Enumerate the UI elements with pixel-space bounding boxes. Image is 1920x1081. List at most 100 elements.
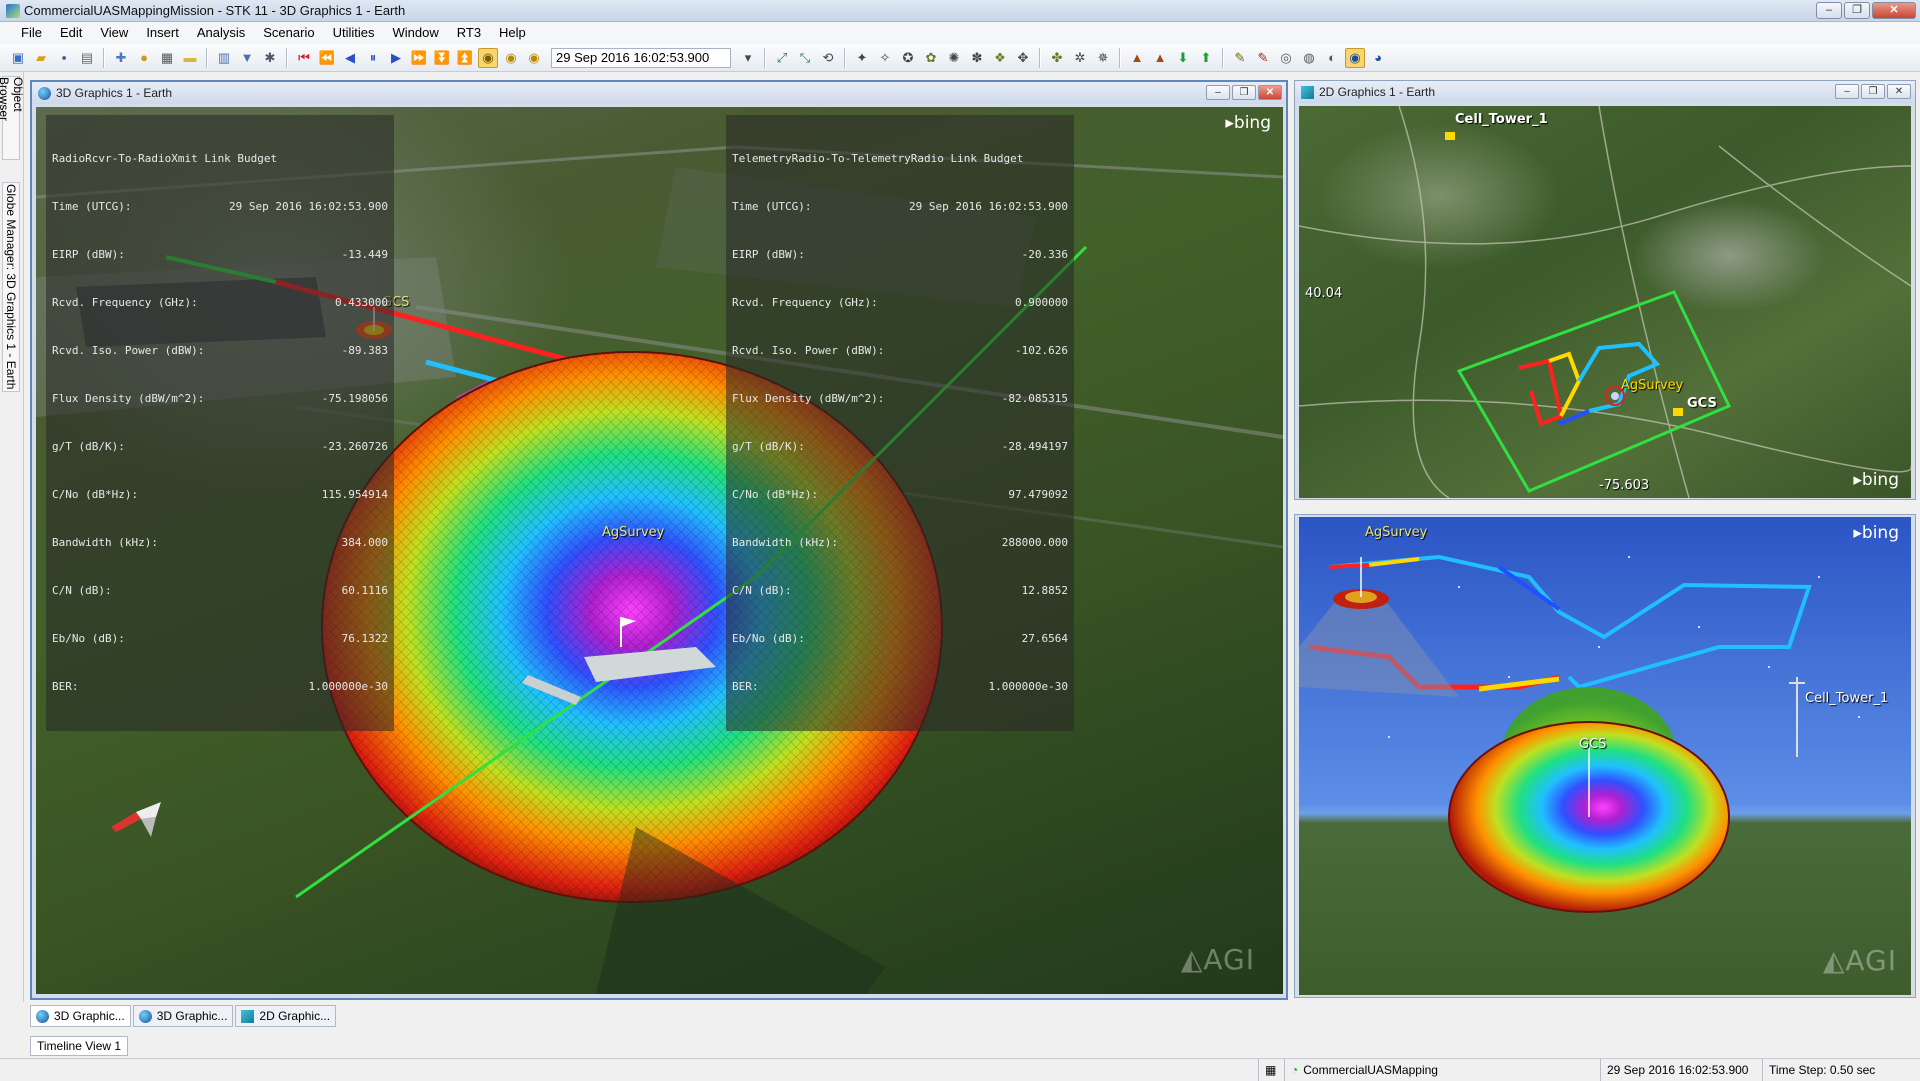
menu-window[interactable]: Window <box>383 22 447 44</box>
menu-scenario[interactable]: Scenario <box>254 22 323 44</box>
tab-3d-graphics-2[interactable]: 3D Graphic... <box>132 1005 234 1027</box>
lb-right-gt-label: g/T (dB/K): <box>732 440 805 453</box>
window-3d-graphics-main[interactable]: 3D Graphics 1 - Earth – ❐ ✕ GCS AgSurvey… <box>30 80 1288 1000</box>
maximize-button[interactable]: ❐ <box>1232 85 1256 100</box>
print-icon[interactable]: ▤ <box>77 48 97 68</box>
terrain-alt-icon[interactable]: ▲ <box>1150 48 1170 68</box>
window-2d-title: 2D Graphics 1 - Earth <box>1319 85 1436 99</box>
tab-3d-graphics-1[interactable]: 3D Graphic... <box>30 1005 131 1027</box>
satellite-icon[interactable]: ✥ <box>1013 48 1033 68</box>
target-icon[interactable]: ◎ <box>1276 48 1296 68</box>
lb-left-eirp-label: EIRP (dBW): <box>52 248 125 261</box>
folder-icon[interactable]: ▬ <box>180 48 200 68</box>
terrain-icon[interactable]: ▲ <box>1127 48 1147 68</box>
volumetric-icon[interactable]: ✺ <box>944 48 964 68</box>
new-scenario-icon[interactable]: ▣ <box>8 48 28 68</box>
sensor-icon[interactable]: ✽ <box>967 48 987 68</box>
menu-file[interactable]: File <box>12 22 51 44</box>
minimize-button[interactable]: – <box>1835 84 1859 99</box>
3d-globe-viewport-secondary[interactable]: AgSurvey GCS Cell_Tower_1 ▸bing ◭AGI <box>1299 517 1911 995</box>
menu-rt3[interactable]: RT3 <box>448 22 490 44</box>
lb-left-cn-label: C/N (dB): <box>52 584 112 597</box>
close-button[interactable]: ✕ <box>1887 84 1911 99</box>
menu-edit[interactable]: Edit <box>51 22 91 44</box>
lb-right-time-label: Time (UTCG): <box>732 200 812 213</box>
step-back-icon[interactable]: ⏪ <box>317 48 337 68</box>
zoom-to-icon[interactable]: ⤢ <box>772 48 792 68</box>
globe-view-icon[interactable]: ◍ <box>1299 48 1319 68</box>
save-icon[interactable]: ▪ <box>54 48 74 68</box>
2d-map-viewport[interactable]: Cell_Tower_1 AgSurvey GCS 40.04 -75.603 … <box>1299 106 1911 498</box>
map-icon <box>1301 85 1314 99</box>
lb-left-time-label: Time (UTCG): <box>52 200 132 213</box>
minimize-button[interactable]: – <box>1816 2 1842 19</box>
link-icon[interactable]: ❖ <box>990 48 1010 68</box>
filter-icon[interactable]: ▼ <box>237 48 257 68</box>
clock-icon[interactable]: ◉ <box>501 48 521 68</box>
attitude-icon[interactable]: ✤ <box>1047 48 1067 68</box>
current-time-field[interactable]: 29 Sep 2016 16:02:53.900 <box>551 47 731 68</box>
maximize-button[interactable]: ❐ <box>1861 84 1885 99</box>
restore-button[interactable]: ❐ <box>1844 2 1870 19</box>
close-button[interactable]: ✕ <box>1258 85 1282 100</box>
move-up-icon[interactable]: ⬆ <box>1196 48 1216 68</box>
status-scenario-name: CommercialUASMapping <box>1303 1063 1438 1077</box>
lb-right-cn-label: C/N (dB): <box>732 584 792 597</box>
decrease-step-icon[interactable]: ⏬ <box>432 48 452 68</box>
window-3d-graphics-secondary[interactable]: AgSurvey GCS Cell_Tower_1 ▸bing ◭AGI <box>1294 514 1916 998</box>
lb-right-ber-value: 1.000000e-30 <box>988 680 1068 693</box>
chart-icon[interactable]: ▥ <box>214 48 234 68</box>
lb-left-ebno-value: 76.1322 <box>341 632 388 645</box>
globe-icon[interactable]: ◉ <box>1345 47 1365 68</box>
report-icon[interactable]: ▦ <box>157 48 177 68</box>
minimize-button[interactable]: – <box>1206 85 1230 100</box>
compass-icon <box>111 802 161 837</box>
globe-overlay-icon[interactable]: ◐ <box>1322 48 1342 68</box>
menu-insert[interactable]: Insert <box>137 22 188 44</box>
close-button[interactable]: ✕ <box>1872 2 1916 19</box>
globe-settings-icon[interactable]: ◕ <box>1368 48 1388 68</box>
tab-object-browser[interactable]: Object Browser <box>0 76 25 160</box>
globe-tools-icon[interactable]: ✦ <box>852 48 872 68</box>
sun-icon[interactable]: ✲ <box>1070 48 1090 68</box>
access-icon[interactable]: ✧ <box>875 48 895 68</box>
menu-help[interactable]: Help <box>490 22 535 44</box>
reset-icon[interactable]: ⏮ <box>294 48 314 68</box>
menu-utilities[interactable]: Utilities <box>324 22 384 44</box>
window-2d-graphics[interactable]: 2D Graphics 1 - Earth – ❐ ✕ Cell_Tower_1… <box>1294 80 1916 500</box>
move-down-icon[interactable]: ⬇ <box>1173 48 1193 68</box>
window-2d-titlebar[interactable]: 2D Graphics 1 - Earth – ❐ ✕ <box>1295 81 1915 103</box>
lb-right-ber-label: BER: <box>732 680 759 693</box>
properties-icon[interactable]: ● <box>134 48 154 68</box>
step-forward-icon[interactable]: ⏩ <box>409 48 429 68</box>
gcs-label-secondary: GCS <box>1579 737 1607 752</box>
increase-step-icon[interactable]: ⏫ <box>455 48 475 68</box>
play-back-icon[interactable]: ◀ <box>340 48 360 68</box>
menu-analysis[interactable]: Analysis <box>188 22 254 44</box>
tab-timeline-view[interactable]: Timeline View 1 <box>30 1036 129 1056</box>
window-3d-main-titlebar[interactable]: 3D Graphics 1 - Earth – ❐ ✕ <box>32 82 1286 104</box>
globe-icon <box>36 1009 49 1023</box>
moon-icon[interactable]: ✵ <box>1093 48 1113 68</box>
chevron-down-icon[interactable]: ▾ <box>738 48 758 68</box>
tab-2d-graphics-1[interactable]: 2D Graphic... <box>235 1005 337 1027</box>
pencil-icon[interactable]: ✎ <box>1230 48 1250 68</box>
tab-globe-manager[interactable]: Globe Manager: 3D Graphics 1 - Earth <box>2 182 20 392</box>
pause-icon[interactable]: ⏸ <box>363 48 383 68</box>
measure-icon[interactable]: ⤡ <box>795 48 815 68</box>
cell-tower-label: Cell_Tower_1 <box>1455 112 1548 127</box>
clock-alt-icon[interactable]: ◉ <box>524 48 544 68</box>
window-controls: – ❐ ✕ <box>1816 2 1916 19</box>
tools-icon[interactable]: ✱ <box>260 48 280 68</box>
3d-globe-viewport[interactable]: GCS AgSurvey RadioRcvr-To-RadioXmit Link… <box>36 107 1283 994</box>
menu-view[interactable]: View <box>91 22 137 44</box>
chains-icon[interactable]: ✿ <box>921 48 941 68</box>
open-icon[interactable]: ▰ <box>31 48 51 68</box>
view-from-icon[interactable]: ⟲ <box>818 48 838 68</box>
marker-icon[interactable]: ✎ <box>1253 48 1273 68</box>
lb-left-time-value: 29 Sep 2016 16:02:53.900 <box>229 200 388 213</box>
realtime-icon[interactable]: ◉ <box>478 47 498 68</box>
coverage-icon[interactable]: ✪ <box>898 48 918 68</box>
play-icon[interactable]: ▶ <box>386 48 406 68</box>
insert-object-icon[interactable]: ✚ <box>111 48 131 68</box>
